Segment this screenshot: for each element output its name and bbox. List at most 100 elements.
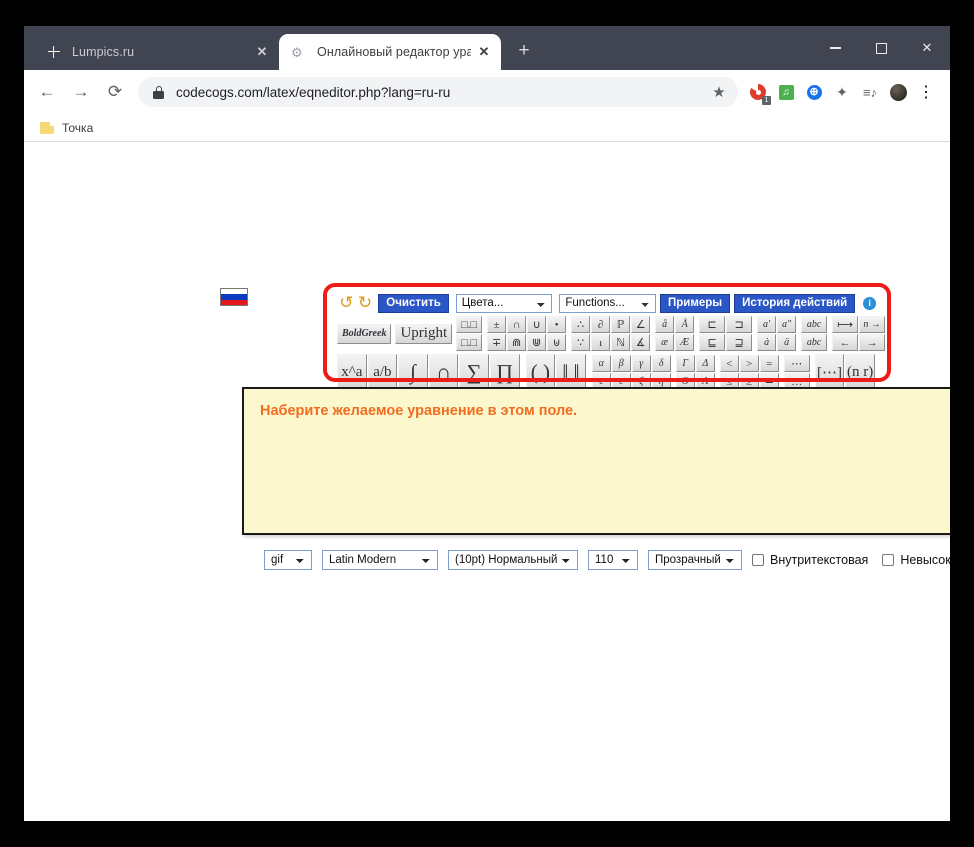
music-extension-icon[interactable]: ♫ xyxy=(772,78,800,106)
symbol-button[interactable]: ∴ xyxy=(571,316,591,333)
symbol-button[interactable]: Æ xyxy=(675,334,695,351)
symbol-group-primes: a′ a″ ȧ ä xyxy=(757,316,797,351)
power-button[interactable]: x^a xyxy=(337,354,367,391)
symbol-button[interactable]: å xyxy=(655,316,675,333)
relation-button[interactable]: = xyxy=(759,355,779,372)
new-tab-button[interactable]: + xyxy=(509,37,539,67)
functions-select[interactable]: Functions... xyxy=(559,294,656,313)
globe-extension-icon[interactable]: ⊕ xyxy=(800,78,828,106)
symbol-button[interactable]: ∪ xyxy=(527,316,547,333)
symbol-button[interactable]: abc xyxy=(801,334,828,351)
symbol-button[interactable]: ⋓ xyxy=(527,334,547,351)
symbol-button[interactable]: ℕ xyxy=(611,334,631,351)
sum-button[interactable]: ∑ xyxy=(459,354,489,391)
clear-button[interactable]: Очистить xyxy=(378,294,449,313)
russian-flag-icon[interactable] xyxy=(220,288,248,306)
symbol-button[interactable]: ℙ xyxy=(611,316,631,333)
background-select[interactable]: Прозрачный xyxy=(648,550,742,570)
browser-menu-icon[interactable]: ⋮ xyxy=(912,78,940,106)
symbol-button[interactable]: ∂ xyxy=(591,316,611,333)
symbol-group-overbrace: abc abc xyxy=(801,316,828,351)
size-select[interactable]: (10pt) Нормальный xyxy=(448,550,578,570)
browser-tab-eqneditor[interactable]: ⚙ Онлайновый редактор уравнен ✕ xyxy=(279,34,501,70)
symbol-button[interactable]: n → xyxy=(859,316,886,333)
info-icon[interactable]: i xyxy=(863,297,876,310)
examples-button[interactable]: Примеры xyxy=(659,294,731,313)
format-select[interactable]: gif xyxy=(264,550,312,570)
upright-button[interactable]: Upright xyxy=(395,323,453,344)
minimize-button[interactable] xyxy=(812,26,858,70)
history-button[interactable]: История действий xyxy=(734,294,856,313)
lowres-checkbox[interactable] xyxy=(882,554,895,566)
bold-greek-button[interactable]: BoldGreek xyxy=(337,323,392,344)
symbol-button[interactable]: ⟼ xyxy=(832,316,859,333)
bookmark-item-tochka[interactable]: Точка xyxy=(40,121,93,135)
symbol-button[interactable]: → xyxy=(859,334,886,351)
integral-button[interactable]: ∫ xyxy=(398,354,428,391)
symbol-button[interactable]: ⋒ xyxy=(507,334,527,351)
orange-slice-icon xyxy=(46,44,62,60)
symbol-button[interactable]: ∵ xyxy=(571,334,591,351)
close-icon[interactable]: ✕ xyxy=(475,43,493,61)
page-viewport: ↺ ↻ Очистить Цвета... Functions... Приме… xyxy=(24,142,950,821)
symbol-button[interactable]: ⊎ xyxy=(547,334,567,351)
symbol-button[interactable]: ← xyxy=(832,334,859,351)
norm-button[interactable]: ‖ ‖ xyxy=(556,354,586,391)
inline-checkbox[interactable] xyxy=(752,554,764,566)
symbol-button[interactable]: ä xyxy=(777,334,797,351)
symbol-button[interactable]: ⊏ xyxy=(699,316,726,333)
symbol-button[interactable]: ∡ xyxy=(631,334,651,351)
address-bar[interactable]: codecogs.com/latex/eqneditor.php?lang=ru… xyxy=(138,77,738,107)
adblock-icon[interactable]: 1 xyxy=(744,78,772,106)
greek-button[interactable]: γ xyxy=(631,355,651,372)
symbol-button[interactable]: ı xyxy=(591,334,611,351)
parentheses-button[interactable]: ( ) xyxy=(525,354,556,391)
symbol-button[interactable]: Å xyxy=(675,316,695,333)
symbol-button[interactable]: ⊒ xyxy=(726,334,753,351)
symbol-button[interactable]: □.□ xyxy=(456,316,483,333)
relation-button[interactable]: > xyxy=(739,355,759,372)
symbol-button[interactable]: ± xyxy=(487,316,507,333)
fraction-button[interactable]: a/b xyxy=(367,354,398,391)
maximize-button[interactable] xyxy=(858,26,904,70)
bookmark-star-icon[interactable]: ★ xyxy=(706,83,732,101)
greek-button[interactable]: Γ xyxy=(675,355,695,372)
font-select[interactable]: Latin Modern xyxy=(322,550,438,570)
playlist-icon[interactable]: ≡♪ xyxy=(856,78,884,106)
greek-button[interactable]: α xyxy=(591,355,611,372)
colors-select[interactable]: Цвета... xyxy=(455,294,553,313)
symbol-button[interactable]: ⊐ xyxy=(726,316,753,333)
back-icon[interactable]: ← xyxy=(32,77,62,107)
puzzle-extensions-icon[interactable]: ✦ xyxy=(828,78,856,106)
symbol-button[interactable]: abc xyxy=(801,316,828,333)
undo-icon[interactable]: ↺ xyxy=(337,295,356,312)
symbol-button[interactable]: ȧ xyxy=(757,334,777,351)
close-window-button[interactable]: ✕ xyxy=(904,26,950,70)
equation-input[interactable]: Наберите желаемое уравнение в этом поле. xyxy=(242,387,950,535)
symbol-button[interactable]: ∠ xyxy=(631,316,651,333)
greek-button[interactable]: β xyxy=(611,355,631,372)
binomial-button[interactable]: (n r) xyxy=(845,354,875,391)
dpi-select[interactable]: 110 xyxy=(588,550,638,570)
forward-icon[interactable]: → xyxy=(66,77,96,107)
symbol-button[interactable]: ⊑ xyxy=(699,334,726,351)
browser-tab-lumpics[interactable]: Lumpics.ru ✕ xyxy=(34,34,279,70)
greek-button[interactable]: δ xyxy=(651,355,671,372)
symbol-button[interactable]: ∓ xyxy=(487,334,507,351)
dots-button[interactable]: ⋯ xyxy=(783,355,810,372)
symbol-button[interactable]: a′ xyxy=(757,316,777,333)
symbol-button[interactable]: ∩ xyxy=(507,316,527,333)
matrix-button[interactable]: [⋯] xyxy=(814,354,845,391)
symbol-button[interactable]: æ xyxy=(655,334,675,351)
intersection-button[interactable]: ∩ xyxy=(428,354,459,391)
product-button[interactable]: ∏ xyxy=(489,354,520,391)
reload-icon[interactable]: ⟳ xyxy=(100,77,130,107)
symbol-button[interactable]: • xyxy=(547,316,567,333)
relation-button[interactable]: < xyxy=(719,355,739,372)
redo-icon[interactable]: ↻ xyxy=(356,295,375,312)
close-icon[interactable]: ✕ xyxy=(253,43,271,61)
avatar[interactable] xyxy=(884,78,912,106)
symbol-button[interactable]: □.□ xyxy=(456,334,483,351)
symbol-button[interactable]: a″ xyxy=(777,316,797,333)
greek-button[interactable]: Δ xyxy=(695,355,715,372)
